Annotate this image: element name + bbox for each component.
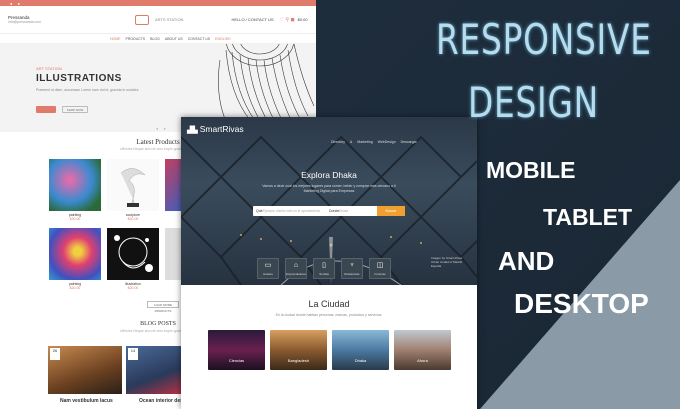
post-title[interactable]: Nam vestibulum lacus bbox=[60, 398, 113, 404]
bed-icon: ▭ bbox=[264, 262, 272, 269]
latest-products-subtitle: Ultricies Neque arcu et vero turpis grav… bbox=[120, 147, 186, 151]
headline-responsive: RESPONSIVE bbox=[436, 15, 652, 64]
city-card[interactable]: Ciencias bbox=[208, 330, 265, 370]
cup-icon: ♆ bbox=[349, 262, 355, 269]
painting-thumb bbox=[49, 159, 101, 211]
nav-about[interactable]: ABOUT US bbox=[165, 37, 183, 41]
city-label: Bangladesh bbox=[287, 358, 310, 363]
shop-icon: ⌂ bbox=[293, 262, 299, 269]
headline-and: AND bbox=[498, 246, 555, 276]
hero-title: Explora Dhaka bbox=[301, 170, 357, 180]
city-label: Ciencias bbox=[228, 358, 245, 363]
category-restaurants[interactable]: ♆ Restaurante bbox=[341, 258, 363, 279]
search-bar: Qué Ejemplo: diseño web en el ayuntamien… bbox=[253, 206, 405, 216]
building-icon: ▟▙ bbox=[187, 127, 200, 134]
headline-design: DESIGN bbox=[468, 78, 599, 127]
hero-title: ILLUSTRATIONS bbox=[36, 73, 122, 84]
painting-thumb bbox=[49, 228, 101, 280]
city-card[interactable]: Dhaka bbox=[332, 330, 389, 370]
search-where-label: Donde bbox=[329, 209, 340, 213]
cart-total: $0.00 bbox=[297, 17, 308, 22]
smartrivas-logo[interactable]: ▟▙ SmartRivas bbox=[187, 124, 244, 134]
category-entrepreneurs[interactable]: ⌂ Emprendedores bbox=[285, 258, 307, 279]
product-price: $20.00 bbox=[69, 217, 81, 221]
location-select[interactable]: Dhaka bbox=[339, 209, 348, 213]
blog-post-image[interactable]: 14 bbox=[126, 346, 186, 394]
shop-nav: HOME PRODUCTS BLOG ABOUT US CONTACT US E… bbox=[0, 34, 316, 44]
cart-icon[interactable]: ♡ ⚲ ◼ bbox=[280, 17, 295, 23]
hero-pager[interactable]: ● ● bbox=[156, 126, 168, 131]
section-title: La Ciudad bbox=[308, 299, 350, 309]
blog-post-image[interactable]: 26 bbox=[48, 346, 122, 394]
hero-subtitle: ART STATION bbox=[36, 66, 62, 71]
shop-header: Pressanda info@pressanda.com ARTS STATIO… bbox=[0, 6, 316, 34]
post-title[interactable]: Ocean interior desi bbox=[139, 398, 184, 404]
city-label: Ahora bbox=[417, 358, 428, 363]
search-input[interactable]: Ejemplo: diseño web en el ayuntamiento bbox=[263, 209, 320, 213]
city-label: Dhaka bbox=[354, 358, 367, 363]
city-card[interactable]: Bangladesh bbox=[270, 330, 327, 370]
shop-top-bar: ● ● bbox=[0, 0, 316, 6]
shop-brand: ARTS STATION bbox=[155, 17, 184, 22]
category-stores[interactable]: ▯ Tiendas bbox=[313, 258, 335, 279]
directory-nav[interactable]: Directory & Marketing WebDesign Descarga… bbox=[331, 140, 417, 144]
category-hotels[interactable]: ▭ Hoteles bbox=[257, 258, 279, 279]
headline-desktop: DESKTOP bbox=[514, 288, 649, 319]
shop-help-link[interactable]: HELLO / CONTACT US bbox=[231, 17, 273, 22]
load-more-button[interactable]: LOAD MORE PRODUCTS bbox=[147, 301, 179, 313]
post-date: 26 bbox=[50, 348, 60, 360]
search-what-label: Qué bbox=[256, 209, 263, 213]
directory-hero: ▟▙ SmartRivas Directory & Marketing WebD… bbox=[181, 117, 477, 285]
tablet-directory-screenshot: ▟▙ SmartRivas Directory & Marketing WebD… bbox=[181, 117, 477, 409]
product-card[interactable]: illustration $20.00 bbox=[107, 228, 159, 290]
nav-blog[interactable]: BLOG bbox=[150, 37, 160, 41]
product-card[interactable]: painting $20.00 bbox=[49, 159, 101, 221]
headline-mobile: MOBILE bbox=[486, 157, 576, 183]
post-date: 14 bbox=[128, 348, 138, 360]
nav-language[interactable]: ENGLISH bbox=[215, 37, 230, 41]
category-buttons: ▭ Hoteles ⌂ Emprendedores ▯ Tiendas ♆ Restau… bbox=[257, 258, 391, 279]
glass-icon: ▯ bbox=[322, 262, 326, 269]
hero-shop-button[interactable]: SHOP NOW bbox=[62, 106, 88, 113]
sculpture-thumb bbox=[107, 159, 159, 211]
blog-posts-subtitle: Ultricies Neque arcu et vero turpis grav… bbox=[120, 329, 186, 333]
city-card[interactable]: Ahora bbox=[394, 330, 451, 370]
category-shopping[interactable]: ◫ Compras bbox=[369, 258, 391, 279]
product-price: $20.00 bbox=[69, 286, 81, 290]
shop-contact: Pressanda info@pressanda.com bbox=[8, 15, 63, 25]
search-button[interactable]: Buscar bbox=[377, 206, 405, 216]
product-price: $20.00 bbox=[127, 217, 139, 221]
section-subtitle: En la ciudad donde habitan personas, mar… bbox=[275, 313, 383, 317]
hero-description: Vamos a decir cual los mejores lugares p… bbox=[262, 184, 396, 193]
nav-products[interactable]: PRODUCTS bbox=[126, 37, 146, 41]
nav-home[interactable]: HOME bbox=[110, 37, 121, 41]
product-card[interactable]: painting $20.00 bbox=[49, 228, 101, 290]
illustration-thumb bbox=[107, 228, 159, 280]
hero-description: Praesent id diam, accumsan Lorem nam dui… bbox=[36, 88, 140, 92]
image-credit: Imagen by Smart.Rivas Urban ciudad of Ma… bbox=[431, 256, 463, 268]
shop-logo-icon[interactable] bbox=[135, 14, 149, 25]
headline-tablet: TABLET bbox=[543, 204, 633, 230]
bag-icon: ◫ bbox=[376, 262, 384, 269]
hero-primary-button[interactable] bbox=[36, 106, 56, 113]
shop-logo-line1: Pressanda bbox=[8, 14, 30, 20]
shop-logo-line2: info@pressanda.com bbox=[8, 20, 42, 25]
product-price: $20.00 bbox=[127, 286, 139, 290]
product-card[interactable]: sculpture $20.00 bbox=[107, 159, 159, 221]
nav-contact[interactable]: CONTACT US bbox=[188, 37, 210, 41]
